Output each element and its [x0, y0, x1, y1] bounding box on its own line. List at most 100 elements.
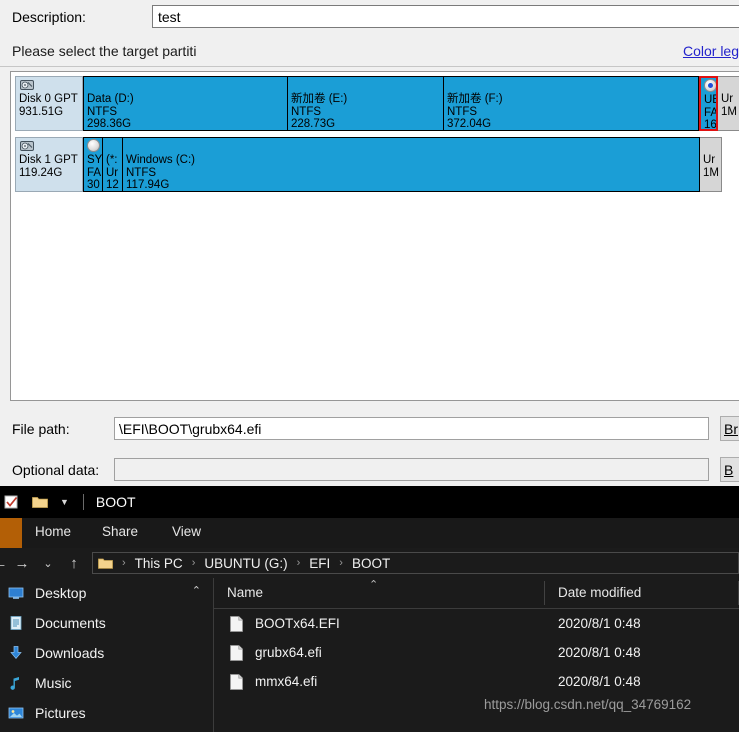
file-list-header: ⌃ Name Date modified: [214, 578, 739, 609]
up-arrow-icon[interactable]: ↑: [64, 555, 84, 572]
file-menu-button[interactable]: [0, 518, 22, 548]
file-path-input[interactable]: [114, 417, 709, 440]
disk-row[interactable]: Disk 0 GPT 931.51G Data (D:) NTFS 298.36…: [15, 76, 739, 131]
radio-selected-icon[interactable]: [704, 79, 716, 92]
partition-block-unallocated[interactable]: Ur 1M: [700, 137, 722, 192]
file-list-item[interactable]: grubx64.efi 2020/8/1 0:48: [214, 638, 739, 667]
optional-data-input[interactable]: [114, 458, 709, 481]
recent-locations-icon[interactable]: ⌄: [38, 557, 58, 570]
file-path-row: File path: Br: [0, 414, 739, 446]
sidebar-item-pictures[interactable]: Pictures: [0, 698, 213, 728]
sidebar-item-downloads[interactable]: Downloads: [0, 638, 213, 668]
partition-size: 30: [87, 179, 100, 192]
partition-block[interactable]: (*: Ur 12: [103, 137, 123, 192]
column-divider[interactable]: [544, 581, 545, 605]
disk-header: Disk 0 GPT 931.51G: [15, 76, 83, 131]
sidebar-item-music[interactable]: Music: [0, 668, 213, 698]
explorer-file-list[interactable]: ⌃ Name Date modified BOOTx64.EFI 2020/8/…: [214, 578, 739, 732]
color-legend-link[interactable]: Color leg: [683, 43, 739, 59]
radio-unselected-icon[interactable]: [87, 139, 100, 152]
partition-block[interactable]: SY FA 30: [83, 137, 103, 192]
forward-arrow-icon[interactable]: →: [12, 555, 32, 572]
partition-block[interactable]: Data (D:) NTFS 298.36G: [83, 76, 288, 131]
file-list-item[interactable]: BOOTx64.EFI 2020/8/1 0:48: [214, 609, 739, 638]
breadcrumb[interactable]: › This PC › UBUNTU (G:) › EFI › BOOT: [92, 552, 739, 574]
breadcrumb-separator: ›: [122, 557, 126, 569]
optional-data-row: Optional data: B: [0, 455, 739, 486]
file-date-modified: 2020/8/1 0:48: [558, 645, 641, 660]
instruction-row: Please select the target partiti Color l…: [0, 36, 739, 68]
music-icon: [8, 675, 24, 691]
disk-map-panel[interactable]: Disk 0 GPT 931.51G Data (D:) NTFS 298.36…: [10, 71, 739, 401]
file-icon: [230, 615, 243, 632]
breadcrumb-item-ubuntu-g[interactable]: UBUNTU (G:): [204, 556, 287, 571]
breadcrumb-item-this-pc[interactable]: This PC: [135, 556, 183, 571]
partition-fs: FA: [704, 106, 718, 119]
chevron-up-icon[interactable]: ⌃: [192, 584, 201, 597]
disk-name: Disk 0: [19, 93, 51, 105]
partition-label: Ur: [703, 154, 716, 166]
description-label: Description:: [12, 9, 86, 25]
breadcrumb-separator: ›: [296, 557, 301, 569]
partition-block[interactable]: 新加卷 (E:) NTFS 228.73G: [288, 76, 444, 131]
sidebar-item-desktop[interactable]: Desktop ⌃: [0, 578, 213, 608]
tab-home[interactable]: Home: [35, 524, 71, 539]
breadcrumb-item-boot[interactable]: BOOT: [352, 556, 390, 571]
column-header-date-modified[interactable]: Date modified: [558, 585, 641, 600]
partition-tool-pane: Description: Please select the target pa…: [0, 0, 739, 486]
disk-scheme: GPT: [54, 93, 78, 105]
breadcrumb-separator: ›: [339, 557, 343, 569]
back-arrow-icon[interactable]: ←: [0, 555, 10, 572]
partition-size: 228.73G: [291, 118, 336, 131]
partition-label: Windows (C:): [126, 154, 196, 166]
description-input[interactable]: [152, 5, 739, 28]
file-list-item[interactable]: mmx64.efi 2020/8/1 0:48: [214, 667, 739, 696]
folder-icon[interactable]: [32, 495, 48, 509]
quick-access-icon[interactable]: [4, 494, 20, 510]
partition-block-unallocated[interactable]: Ur 1M: [718, 76, 739, 131]
explorer-navigation-pane[interactable]: Desktop ⌃ Documents Downloads Music Pict…: [0, 578, 214, 732]
tab-share[interactable]: Share: [102, 524, 138, 539]
chevron-down-icon[interactable]: ▼: [60, 497, 69, 507]
sidebar-item-label: Pictures: [35, 705, 86, 721]
partition-fs: NTFS: [87, 105, 118, 118]
optional-data-button-label: B: [724, 461, 734, 478]
partition-block-selected[interactable]: UE FA 16: [699, 76, 718, 131]
disk-row[interactable]: Disk 1 GPT 119.24G SY FA 30 (*: Ur 12 Wi…: [15, 137, 722, 192]
partition-label: SY: [87, 154, 103, 166]
file-path-label: File path:: [12, 421, 70, 437]
file-name: mmx64.efi: [255, 674, 318, 689]
partition-block[interactable]: 新加卷 (F:) NTFS 372.04G: [444, 76, 699, 131]
sidebar-item-documents[interactable]: Documents: [0, 608, 213, 638]
partition-block[interactable]: Windows (C:) NTFS 117.94G: [123, 137, 700, 192]
file-date-modified: 2020/8/1 0:48: [558, 616, 641, 631]
file-icon: [230, 644, 243, 661]
optional-data-label: Optional data:: [12, 462, 100, 478]
partition-size: 372.04G: [447, 118, 492, 131]
explorer-title: BOOT: [95, 494, 136, 510]
column-header-name[interactable]: Name: [227, 585, 263, 600]
breadcrumb-item-efi[interactable]: EFI: [309, 556, 330, 571]
file-icon: [230, 673, 243, 690]
partition-fs: NTFS: [291, 105, 322, 118]
partition-label: Ur: [721, 93, 734, 105]
documents-icon: [8, 615, 24, 631]
partition-label: Data (D:): [87, 93, 134, 105]
partition-fs: NTFS: [126, 166, 157, 179]
sidebar-item-label: Music: [35, 675, 72, 691]
hdd-icon: [20, 79, 35, 92]
browse-file-button-label: Br: [724, 420, 738, 437]
optional-data-button[interactable]: B: [720, 457, 739, 482]
partition-label: 新加卷 (F:): [447, 93, 503, 105]
breadcrumb-separator: ›: [191, 557, 196, 569]
sidebar-item-label: Downloads: [35, 645, 105, 661]
file-name: grubx64.efi: [255, 645, 322, 660]
partition-fs: Ur: [106, 166, 119, 179]
hdd-icon: [20, 140, 35, 153]
tab-view[interactable]: View: [172, 524, 201, 539]
browse-file-button[interactable]: Br: [720, 416, 739, 441]
disk-name: Disk 1: [19, 154, 51, 166]
partition-size: 117.94G: [126, 179, 170, 192]
partition-size: 12: [106, 179, 119, 192]
select-partition-instruction: Please select the target partiti: [12, 43, 197, 59]
